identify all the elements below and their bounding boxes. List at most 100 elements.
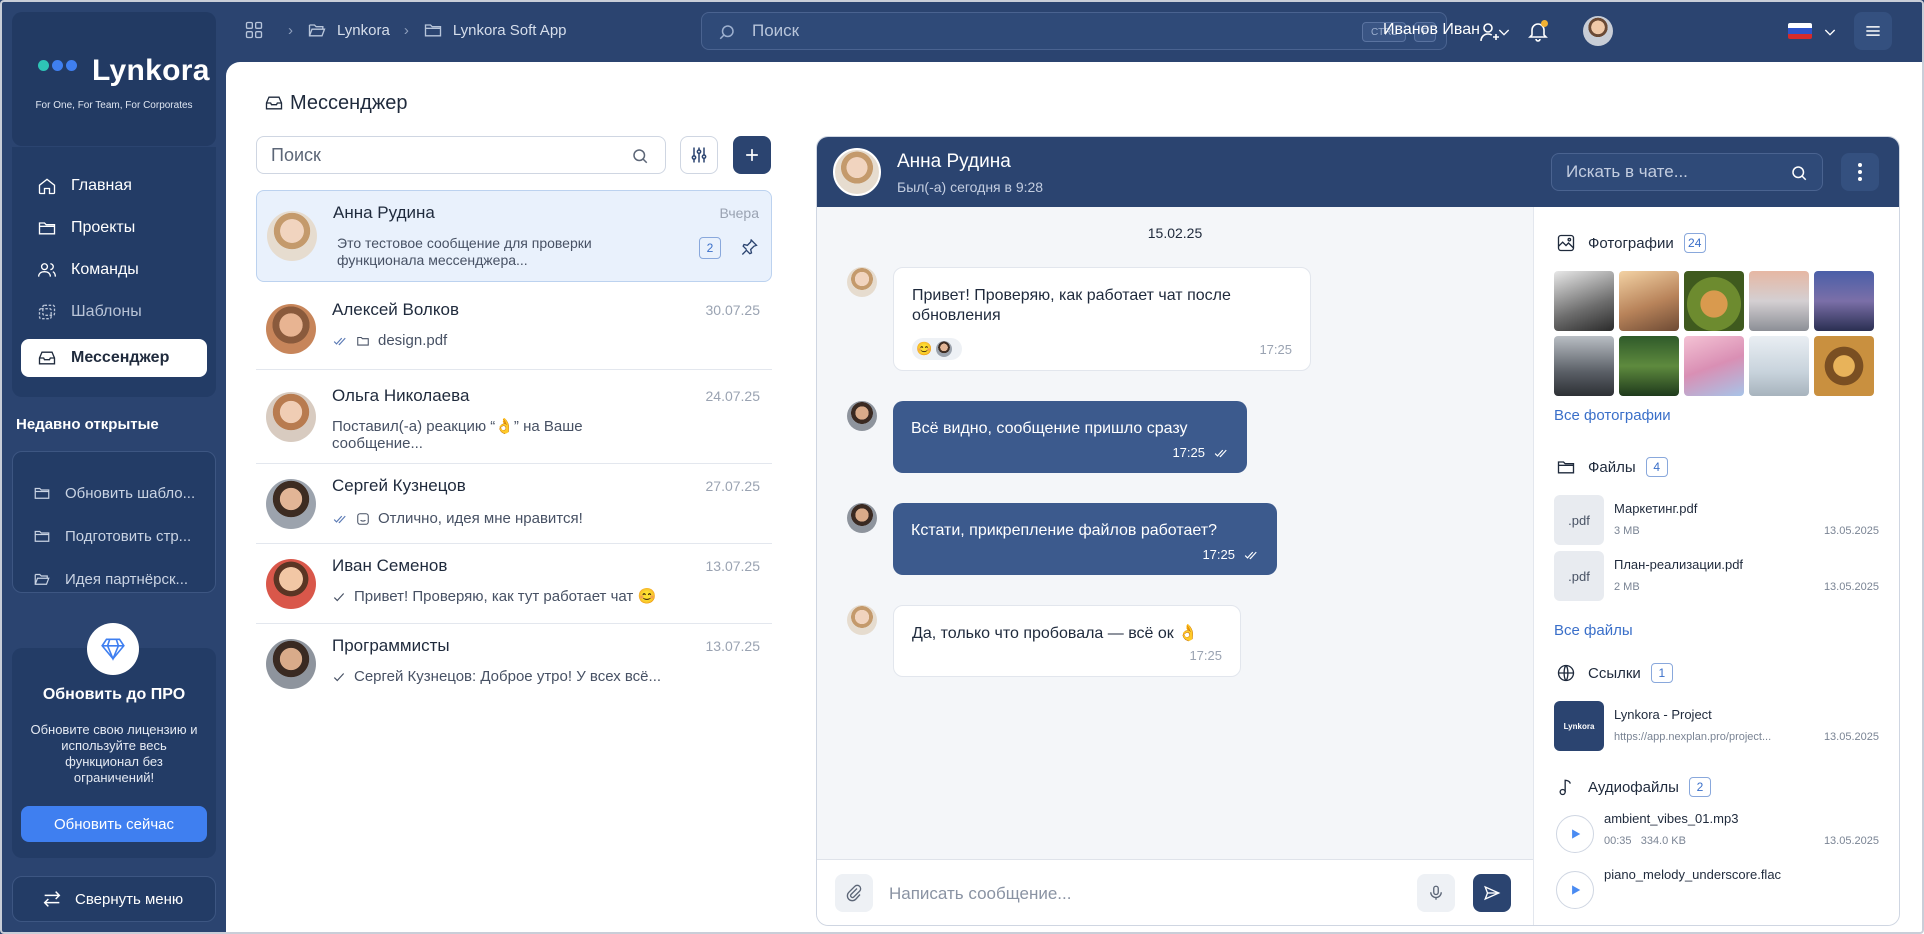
voice-button[interactable] xyxy=(1417,874,1455,912)
sidebar-item-home[interactable]: Главная xyxy=(21,167,207,205)
message-bubble[interactable]: Кстати, прикрепление файлов работает? 17… xyxy=(893,503,1277,575)
reaction-emoji: 😊 xyxy=(916,341,933,356)
audio-name[interactable]: ambient_vibes_01.mp3 xyxy=(1604,811,1738,826)
pin-icon[interactable] xyxy=(739,237,759,257)
message-bubble[interactable]: Да, только что пробовала — всё ок 👌 17:2… xyxy=(893,605,1241,677)
language-flag[interactable] xyxy=(1788,23,1812,39)
apps-grid-icon[interactable] xyxy=(244,20,264,40)
upgrade-card: Обновить до ПРО Обновите свою лицензию и… xyxy=(12,623,216,858)
sidebar: Lynkora For One, For Team, For Corporate… xyxy=(0,0,226,934)
file-thumb[interactable]: .pdf xyxy=(1554,495,1604,545)
message-input[interactable]: Написать сообщение... xyxy=(889,884,1071,904)
breadcrumb-item[interactable]: Lynkora xyxy=(337,22,390,39)
photo-thumb[interactable] xyxy=(1619,271,1679,331)
upgrade-button[interactable]: Обновить сейчас xyxy=(21,806,207,842)
breadcrumb-item[interactable]: Lynkora Soft App xyxy=(453,22,567,39)
avatar xyxy=(847,503,877,533)
file-date: 13.05.2025 xyxy=(1823,525,1879,537)
user-avatar[interactable] xyxy=(1583,16,1613,46)
photo-thumb[interactable] xyxy=(1554,271,1614,331)
all-files-link[interactable]: Все файлы xyxy=(1554,622,1633,639)
file-thumb[interactable]: .pdf xyxy=(1554,551,1604,601)
collapse-label: Свернуть меню xyxy=(75,890,184,908)
sidebar-item-messenger[interactable]: Мессенджер xyxy=(21,339,207,377)
message-bubble[interactable]: Всё видно, сообщение пришло сразу 17:25 xyxy=(893,401,1247,473)
diamond-icon xyxy=(87,623,139,675)
menu-button[interactable] xyxy=(1854,12,1892,50)
link-url[interactable]: https://app.nexplan.pro/project... xyxy=(1614,731,1771,743)
audio-count: 2 xyxy=(1688,777,1711,797)
photo-thumb[interactable] xyxy=(1554,336,1614,396)
sidebar-item-label: Проекты xyxy=(71,219,136,236)
globe-icon xyxy=(1557,664,1575,682)
upgrade-text: Обновите свою лицензию и используйте вес… xyxy=(30,722,198,785)
recent-item-label: Обновить шабло... xyxy=(65,484,196,502)
photo-thumb[interactable] xyxy=(1684,271,1744,331)
audio-meta: 00:35 334.0 KB xyxy=(1604,835,1686,847)
paperclip-icon xyxy=(846,884,862,902)
play-icon xyxy=(1572,885,1581,895)
global-search-input[interactable]: Поиск CTRL F xyxy=(701,12,1447,50)
photo-thumb[interactable] xyxy=(1814,271,1874,331)
attach-button[interactable] xyxy=(835,874,873,912)
play-button[interactable] xyxy=(1556,815,1594,853)
folder-icon xyxy=(34,530,50,542)
message-reactions[interactable]: 😊 xyxy=(912,338,962,360)
chat-search-input[interactable]: Искать в чате... xyxy=(1551,153,1823,191)
send-icon xyxy=(1484,885,1501,901)
recent-item[interactable]: Подготовить стр... xyxy=(33,521,213,551)
link-name[interactable]: Lynkora - Project xyxy=(1614,707,1712,722)
chat-preview: Отлично, идея мне нравится! xyxy=(378,510,583,527)
sidebar-item-label: Шаблоны xyxy=(71,303,142,320)
chat-list-item[interactable]: Сергей Кузнецов 27.07.25 Отлично, идея м… xyxy=(256,464,772,544)
send-button[interactable] xyxy=(1473,874,1511,912)
chat-list-item[interactable]: Алексей Волков 30.07.25 design.pdf xyxy=(256,290,772,370)
photo-thumb[interactable] xyxy=(1749,336,1809,396)
recent-item[interactable]: Обновить шабло... xyxy=(33,478,213,508)
chevron-down-icon[interactable] xyxy=(1496,24,1512,40)
photo-thumb[interactable] xyxy=(1814,336,1874,396)
check-icon xyxy=(333,673,345,682)
more-options-button[interactable] xyxy=(1841,153,1879,191)
message-time: 17:25 xyxy=(1189,648,1222,663)
folder-icon xyxy=(357,336,369,346)
chat-list-item[interactable]: Программисты 13.07.25 Сергей Кузнецов: Д… xyxy=(256,624,772,704)
photo-thumb[interactable] xyxy=(1749,271,1809,331)
photo-thumb[interactable] xyxy=(1684,336,1744,396)
new-chat-button[interactable] xyxy=(733,136,771,174)
hamburger-icon xyxy=(1866,26,1880,36)
photos-count: 24 xyxy=(1683,233,1706,253)
link-thumb[interactable]: Lynkora xyxy=(1554,701,1604,751)
chat-list-item[interactable]: Иван Семенов 13.07.25 Привет! Проверяю, … xyxy=(256,544,772,624)
chat-name: Программисты xyxy=(332,636,450,655)
sidebar-item-teams[interactable]: Команды xyxy=(21,251,207,289)
message-bubble[interactable]: Привет! Проверяю, как работает чат после… xyxy=(893,267,1311,371)
photo-thumb[interactable] xyxy=(1619,336,1679,396)
sidebar-item-projects[interactable]: Проекты xyxy=(21,209,207,247)
sidebar-item-templates[interactable]: Шаблоны xyxy=(21,293,207,331)
audio-name[interactable]: piano_melody_underscore.flac xyxy=(1604,867,1781,882)
file-name[interactable]: Маркетинг.pdf xyxy=(1614,501,1697,516)
chevron-right-icon: › xyxy=(403,21,409,39)
chevron-right-icon: › xyxy=(288,21,293,39)
filter-button[interactable] xyxy=(680,136,718,174)
chevron-down-icon[interactable] xyxy=(1822,24,1838,40)
chat-preview-row: design.pdf xyxy=(332,332,447,349)
collapse-menu-button[interactable]: Свернуть меню xyxy=(12,876,216,922)
recent-item[interactable]: Идея партнёрск... xyxy=(33,564,213,594)
user-name[interactable]: Иванов Иван xyxy=(1383,21,1480,39)
chat-preview: Это тестовое сообщение для проверки функ… xyxy=(337,235,592,268)
contact-avatar[interactable] xyxy=(833,148,881,196)
chat-list-item[interactable]: Анна Рудина Вчера Это тестовое сообщение… xyxy=(256,190,772,282)
all-photos-link[interactable]: Все фотографии xyxy=(1554,407,1671,424)
chat-preview-row: Привет! Проверяю, как тут работает чат 😊 xyxy=(332,588,656,605)
chat-name: Алексей Волков xyxy=(332,300,459,319)
double-check-icon xyxy=(333,515,346,524)
chat-list-item[interactable]: Ольга Николаева 24.07.25 Поставил(-а) ре… xyxy=(256,370,772,464)
brand-name[interactable]: Lynkora xyxy=(92,54,210,88)
file-name[interactable]: План-реализации.pdf xyxy=(1614,557,1743,572)
chat-list-search-input[interactable]: Поиск xyxy=(256,136,666,174)
notifications-button[interactable] xyxy=(1526,19,1550,48)
play-button[interactable] xyxy=(1556,871,1594,909)
sidebar-item-label: Мессенджер xyxy=(71,349,170,366)
